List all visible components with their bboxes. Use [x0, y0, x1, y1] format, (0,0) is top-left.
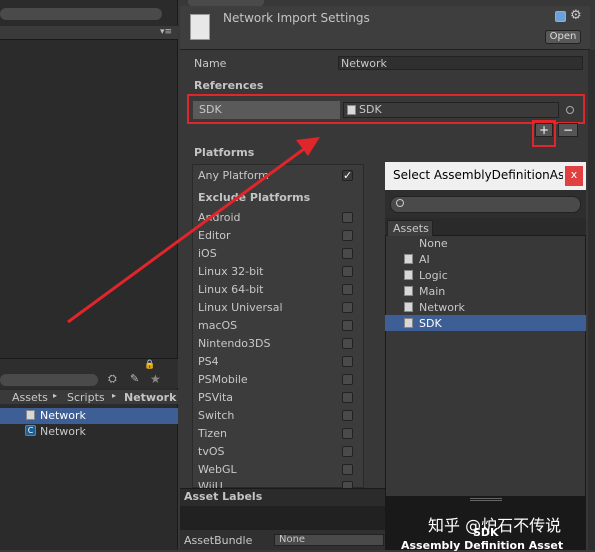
annotation-arrow [67, 137, 320, 324]
annotation-arrow-line [67, 144, 309, 324]
